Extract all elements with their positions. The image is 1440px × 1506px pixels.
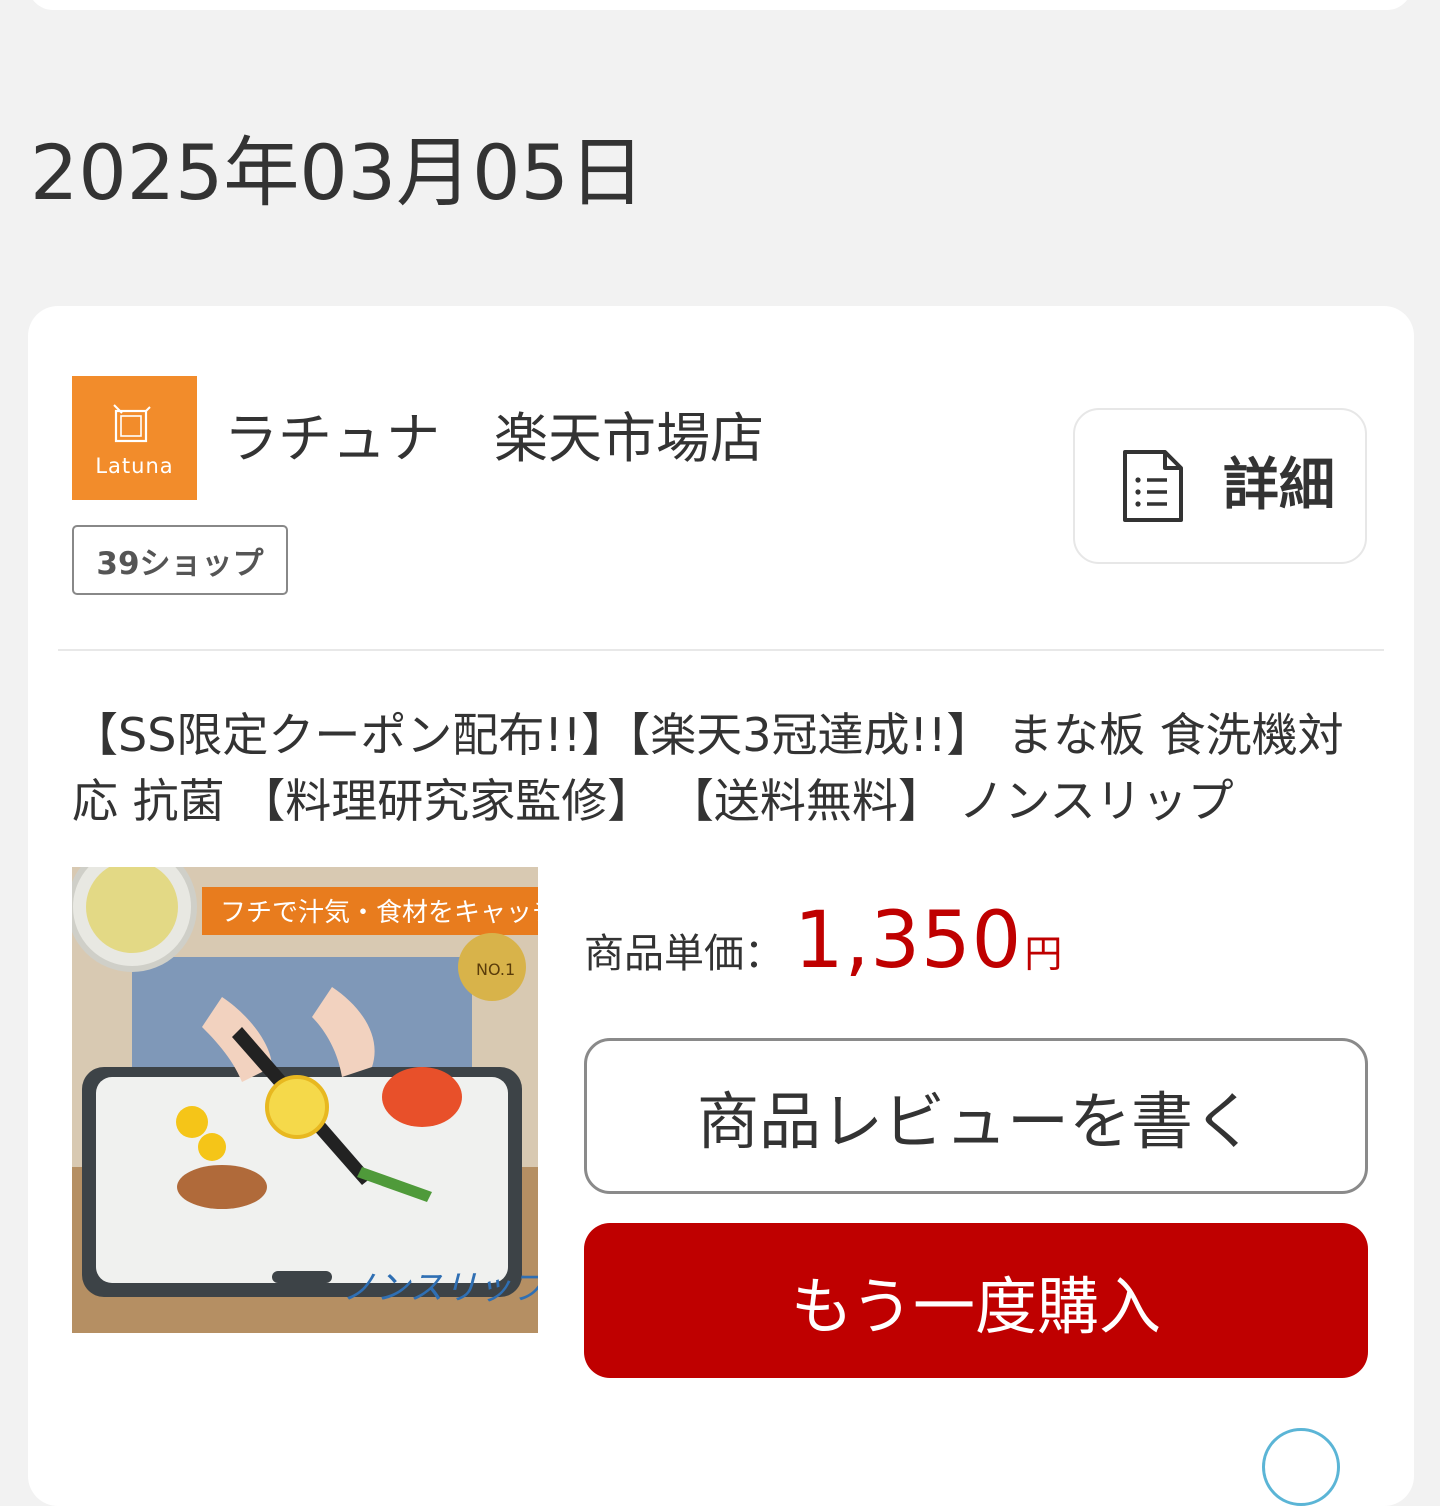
price-unit: 円 — [1024, 932, 1063, 976]
square-frame-icon — [113, 404, 151, 443]
price-value: 1,350 — [794, 896, 1023, 986]
shop-logo-text: Latuna — [95, 454, 174, 478]
image-caption-bottom: ノンスリップ — [342, 1268, 538, 1308]
product-image[interactable]: フチで汁気・食材をキャッチ NO.1 ノンスリップ — [72, 867, 538, 1333]
cutting-board-photo: フチで汁気・食材をキャッチ NO.1 ノンスリップ — [72, 867, 538, 1333]
price-row: 商品単価： 1,350 円 — [584, 896, 1062, 986]
document-list-icon — [1123, 450, 1183, 522]
shop-logo[interactable]: Latuna — [72, 376, 197, 500]
detail-label: 詳細 — [1223, 453, 1335, 518]
write-review-button[interactable]: 商品レビューを書く — [584, 1038, 1368, 1194]
divider — [58, 649, 1384, 651]
shop-badge-39: 39ショップ — [72, 525, 288, 595]
order-date-heading: 2025年03月05日 — [30, 128, 645, 217]
order-card: Latuna ラチュナ 楽天市場店 39ショップ 詳細 【SS限定クーポン配布!… — [28, 306, 1414, 1506]
image-badge: NO.1 — [476, 960, 515, 979]
product-title[interactable]: 【SS限定クーポン配布!!】【楽天3冠達成!!】 まな板 食洗機対応 抗菌 【料… — [72, 702, 1372, 834]
image-caption-top: フチで汁気・食材をキャッチ — [220, 898, 538, 928]
shop-name[interactable]: ラチュナ 楽天市場店 — [224, 406, 764, 472]
detail-button[interactable]: 詳細 — [1073, 408, 1367, 564]
previous-order-card — [28, 0, 1412, 10]
buy-again-button[interactable]: もう一度購入 — [584, 1223, 1368, 1378]
price-label: 商品単価： — [584, 931, 784, 977]
